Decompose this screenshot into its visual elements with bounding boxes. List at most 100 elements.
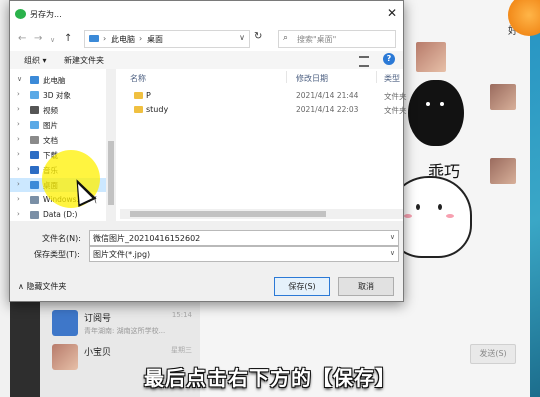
tree-item-drive-d[interactable]: › Data (D:) <box>10 208 106 221</box>
tree-item-documents[interactable]: › 文档 <box>10 133 106 147</box>
file-modified: 2021/4/14 22:03 <box>296 105 359 114</box>
chevron-right-icon[interactable]: › <box>17 105 20 113</box>
refresh-icon[interactable]: ↻ <box>254 31 262 42</box>
file-modified: 2021/4/14 21:44 <box>296 91 359 100</box>
breadcrumb-this-pc[interactable]: 此电脑 <box>111 34 135 45</box>
filename-label: 文件名(N): <box>42 234 81 243</box>
chevron-down-icon[interactable]: ∨ <box>390 249 395 257</box>
tree-item-videos[interactable]: › 视频 <box>10 103 106 117</box>
close-icon[interactable]: ✕ <box>387 6 397 20</box>
chevron-down-icon[interactable]: ∨ <box>390 233 395 241</box>
tree-label: 图片 <box>43 121 58 130</box>
filetype-row: 保存类型(T): 图片文件(*.jpg) ∨ <box>10 246 403 262</box>
tree-scrollbar[interactable] <box>106 69 116 221</box>
send-button[interactable]: 发送(S) <box>470 344 516 364</box>
chat-name: 订阅号 <box>84 314 112 324</box>
chat-image-thumbnail[interactable] <box>416 42 446 72</box>
tree-item-pictures[interactable]: › 图片 <box>10 118 106 132</box>
tree-label: 3D 对象 <box>43 91 71 100</box>
forward-arrow-icon[interactable]: → <box>34 33 42 44</box>
cancel-button[interactable]: 取消 <box>338 277 394 296</box>
folder-icon <box>134 106 143 113</box>
pc-icon <box>89 35 99 42</box>
help-icon[interactable]: ? <box>383 53 395 65</box>
drive-c-icon <box>30 196 39 204</box>
dialog-toolbar: 组织 ▾ 新建文件夹 ? <box>10 51 403 70</box>
pc-icon <box>30 76 39 84</box>
search-placeholder: 搜索"桌面" <box>297 35 337 44</box>
subscription-icon <box>52 310 78 336</box>
dialog-titlebar[interactable]: 另存为... ✕ <box>10 1 403 27</box>
breadcrumb-separator: › <box>139 34 143 43</box>
file-row[interactable]: study 2021/4/14 22:03 文件夹 <box>120 103 407 117</box>
chevron-right-icon[interactable]: › <box>17 150 20 158</box>
tree-label: 视频 <box>43 106 58 115</box>
back-arrow-icon[interactable]: ← <box>18 33 26 44</box>
chat-name: 小宝贝 <box>84 348 112 358</box>
sticker-black-blob[interactable] <box>408 80 464 146</box>
tree-label: 文档 <box>43 136 58 145</box>
chevron-right-icon[interactable]: › <box>17 90 20 98</box>
filename-row: 文件名(N): 微信图片_20210416152602 ∨ <box>10 230 403 246</box>
dialog-title: 另存为... <box>30 10 62 19</box>
filetype-select[interactable]: 图片文件(*.jpg) ∨ <box>89 246 399 262</box>
scrollbar-thumb[interactable] <box>130 211 326 217</box>
horizontal-scrollbar[interactable] <box>120 209 403 219</box>
address-bar[interactable]: › 此电脑 › 桌面 ∨ <box>84 30 250 48</box>
chevron-down-icon[interactable]: ∨ <box>17 75 22 83</box>
folder-icon <box>134 92 143 99</box>
column-header-modified[interactable]: 修改日期 <box>296 73 328 84</box>
tree-label: 此电脑 <box>43 76 66 85</box>
desktop-icon <box>30 181 39 189</box>
pictures-icon <box>30 121 39 129</box>
tutorial-caption: 最后点击右下方的【保存】 <box>144 366 396 390</box>
music-icon <box>30 166 39 174</box>
hide-folders-toggle[interactable]: ∧ 隐藏文件夹 <box>18 281 66 292</box>
search-input[interactable]: ⌕ 搜索"桌面" <box>278 30 396 48</box>
chevron-right-icon[interactable]: › <box>17 195 20 203</box>
chevron-right-icon[interactable]: › <box>17 180 20 188</box>
file-row[interactable]: P 2021/4/14 21:44 文件夹 <box>120 89 407 103</box>
column-divider[interactable] <box>286 71 287 83</box>
breadcrumb-separator: › <box>103 34 107 43</box>
chevron-down-icon[interactable]: ∨ <box>239 33 245 42</box>
filename-value: 微信图片_20210416152602 <box>93 234 201 243</box>
chat-time: 星期三 <box>171 346 192 354</box>
new-folder-button[interactable]: 新建文件夹 <box>64 55 104 66</box>
search-icon: ⌕ <box>283 33 289 43</box>
contact-avatar[interactable] <box>490 158 516 184</box>
chevron-right-icon[interactable]: › <box>17 120 20 128</box>
file-name: study <box>146 105 169 114</box>
tree-item-3d-objects[interactable]: › 3D 对象 <box>10 88 106 102</box>
view-options-icon[interactable] <box>359 56 369 67</box>
file-list: 名称 修改日期 类型 P 2021/4/14 21:44 文件夹 study 2… <box>120 69 407 221</box>
up-arrow-icon[interactable]: ↑ <box>64 33 72 44</box>
3d-objects-icon <box>30 91 39 99</box>
tree-item-this-pc[interactable]: ∨ 此电脑 <box>10 73 106 87</box>
breadcrumb-desktop[interactable]: 桌面 <box>147 34 163 45</box>
file-type: 文件夹 <box>384 106 407 115</box>
filetype-value: 图片文件(*.jpg) <box>93 250 151 259</box>
download-icon <box>30 151 39 159</box>
chat-preview: 青年湖南: 湖南这所学校... <box>84 327 166 335</box>
drive-d-icon <box>30 211 39 219</box>
chat-list-item[interactable]: 订阅号 青年湖南: 湖南这所学校... 15:14 <box>40 306 200 340</box>
scrollbar-thumb[interactable] <box>108 141 114 205</box>
recent-locations-icon[interactable]: ∨ <box>50 36 55 44</box>
chevron-right-icon[interactable]: › <box>17 210 20 218</box>
contact-avatar[interactable] <box>490 84 516 110</box>
filename-field[interactable]: 微信图片_20210416152602 ∨ <box>89 230 399 246</box>
documents-icon <box>30 136 39 144</box>
tree-label: Data (D:) <box>43 210 78 219</box>
dialog-footer: ∧ 隐藏文件夹 保存(S) 取消 <box>10 271 403 301</box>
column-header-type[interactable]: 类型 <box>384 73 400 84</box>
organize-menu[interactable]: 组织 ▾ <box>24 55 47 66</box>
column-header-name[interactable]: 名称 <box>130 73 146 84</box>
chevron-right-icon[interactable]: › <box>17 165 20 173</box>
file-type: 文件夹 <box>384 92 407 101</box>
chevron-right-icon[interactable]: › <box>17 135 20 143</box>
save-button[interactable]: 保存(S) <box>274 277 330 296</box>
column-divider[interactable] <box>376 71 377 83</box>
filetype-label: 保存类型(T): <box>34 250 80 259</box>
navigation-bar: ← → ∨ ↑ › 此电脑 › 桌面 ∨ ↻ ⌕ 搜索"桌面" <box>10 27 403 51</box>
